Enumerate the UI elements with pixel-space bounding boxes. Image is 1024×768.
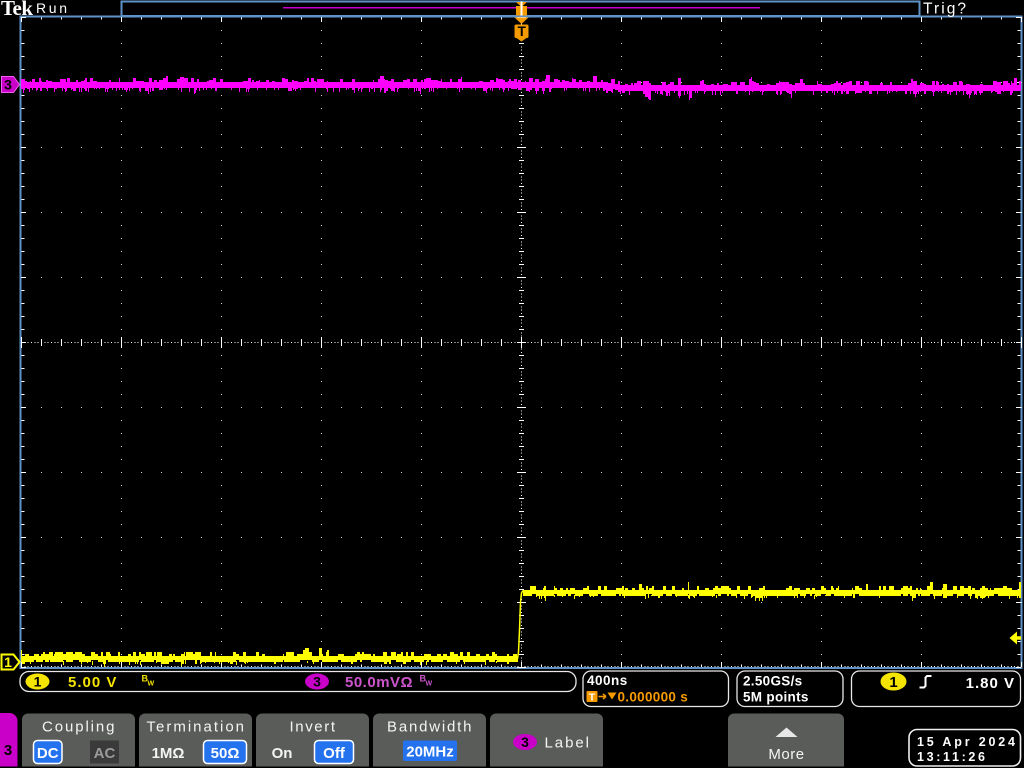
svg-text:1: 1 xyxy=(4,654,12,670)
svg-text:W: W xyxy=(148,681,155,688)
svg-text:Run: Run xyxy=(36,0,67,16)
svg-text:15 Apr 2024: 15 Apr 2024 xyxy=(917,735,1015,749)
svg-text:1.80 V: 1.80 V xyxy=(966,675,1015,692)
svg-text:1: 1 xyxy=(889,674,897,691)
svg-text:50Ω: 50Ω xyxy=(211,745,240,762)
svg-text:3: 3 xyxy=(521,734,529,750)
svg-text:DC: DC xyxy=(37,745,59,762)
svg-text:AC: AC xyxy=(94,745,116,762)
svg-text:More: More xyxy=(768,746,804,763)
svg-text:T: T xyxy=(518,24,527,39)
svg-text:5.00 V: 5.00 V xyxy=(68,674,117,691)
svg-text:50.0mVΩ: 50.0mVΩ xyxy=(345,674,413,691)
svg-text:0.000000 s: 0.000000 s xyxy=(618,690,689,705)
svg-text:Termination: Termination xyxy=(147,719,245,736)
svg-text:Coupling: Coupling xyxy=(42,719,115,736)
svg-text:W: W xyxy=(426,681,433,688)
svg-text:2.50GS/s: 2.50GS/s xyxy=(743,674,802,689)
svg-text:5M points: 5M points xyxy=(743,690,809,705)
svg-text:3: 3 xyxy=(313,674,321,690)
svg-text:1MΩ: 1MΩ xyxy=(152,745,185,762)
svg-text:Bandwidth: Bandwidth xyxy=(387,719,472,736)
svg-text:Tek: Tek xyxy=(1,0,33,20)
svg-text:T: T xyxy=(589,692,596,704)
svg-text:On: On xyxy=(272,745,293,762)
svg-text:3: 3 xyxy=(4,742,12,759)
svg-text:1: 1 xyxy=(34,674,42,690)
svg-text:Off: Off xyxy=(323,745,346,762)
svg-text:400ns: 400ns xyxy=(587,673,628,688)
svg-text:Invert: Invert xyxy=(290,719,336,736)
svg-text:3: 3 xyxy=(4,77,12,93)
svg-text:13:11:26: 13:11:26 xyxy=(917,750,985,764)
svg-text:20MHz: 20MHz xyxy=(406,744,454,761)
svg-text:Label: Label xyxy=(545,735,590,752)
